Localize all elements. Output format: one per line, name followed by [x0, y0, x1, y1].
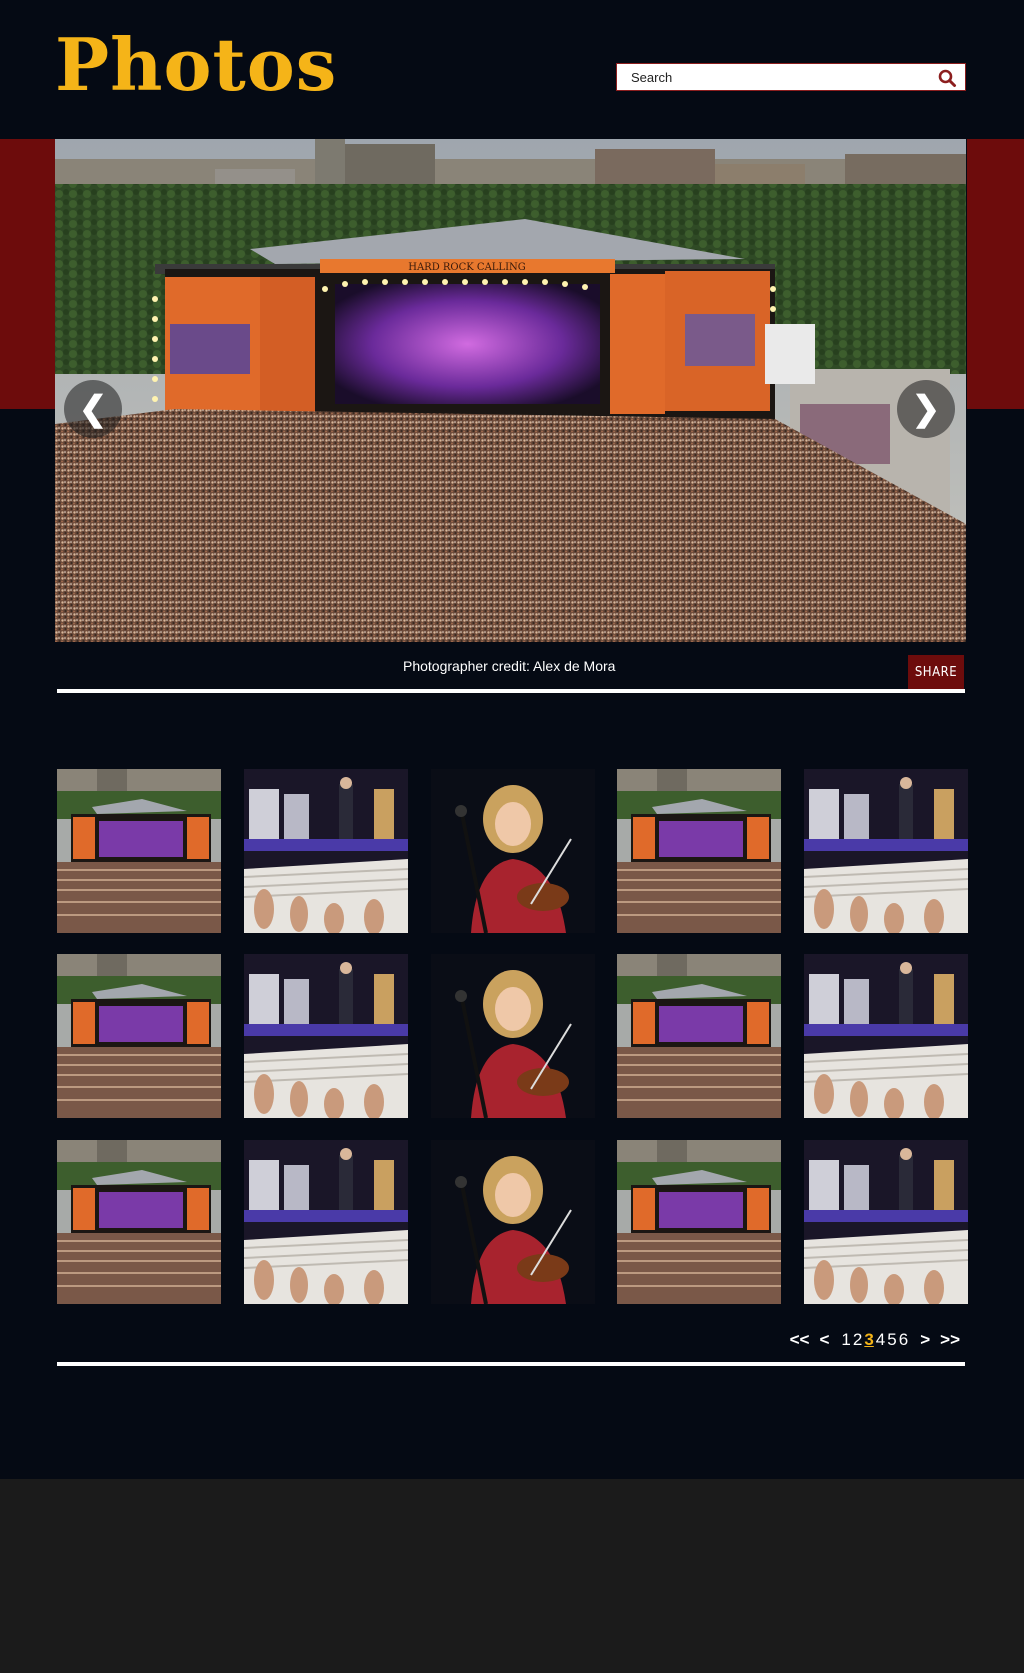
- page-number-link[interactable]: 4: [876, 1330, 885, 1350]
- page: Photos Search HARD ROCK CALLING ❮ ❯ Phot…: [0, 0, 1024, 1479]
- divider: [57, 689, 965, 693]
- share-button[interactable]: SHARE: [908, 655, 964, 689]
- page-number-link[interactable]: 6: [899, 1330, 908, 1350]
- search-box[interactable]: [616, 63, 966, 91]
- photo-thumbnail[interactable]: [57, 954, 221, 1118]
- page-number-link[interactable]: 5: [887, 1330, 896, 1350]
- divider: [57, 1362, 965, 1366]
- photo-thumbnail[interactable]: [244, 1140, 408, 1304]
- photo-thumbnail[interactable]: [617, 769, 781, 933]
- decorative-band-left: [0, 139, 56, 409]
- photographer-credit: Photographer credit: Alex de Mora: [403, 658, 616, 674]
- decorative-band-right: [967, 139, 1024, 409]
- page-numbers: 123456: [840, 1330, 909, 1350]
- photo-thumbnail[interactable]: [57, 769, 221, 933]
- search-input[interactable]: [617, 64, 927, 90]
- next-photo-button[interactable]: ❯: [897, 380, 955, 438]
- search-icon[interactable]: [937, 68, 957, 88]
- photo-thumbnail[interactable]: [431, 954, 595, 1118]
- next-page-link[interactable]: >: [920, 1330, 930, 1350]
- photo-thumbnail[interactable]: [431, 1140, 595, 1304]
- last-page-link[interactable]: >>: [940, 1330, 960, 1350]
- first-page-link[interactable]: <<: [790, 1330, 810, 1350]
- photo-thumbnail[interactable]: [804, 1140, 968, 1304]
- featured-photo: HARD ROCK CALLING: [55, 139, 966, 642]
- photo-thumbnail[interactable]: [57, 1140, 221, 1304]
- photo-thumbnail[interactable]: [804, 954, 968, 1118]
- photo-thumbnail[interactable]: [244, 954, 408, 1118]
- chevron-left-icon: ❮: [78, 390, 108, 428]
- chevron-right-icon: ❯: [911, 390, 941, 428]
- photo-thumbnail[interactable]: [617, 1140, 781, 1304]
- pagination: << < 123456 > >>: [785, 1330, 965, 1350]
- photo-thumbnail[interactable]: [617, 954, 781, 1118]
- photo-thumbnail[interactable]: [431, 769, 595, 933]
- photo-thumbnail[interactable]: [244, 769, 408, 933]
- page-number-link[interactable]: 3: [864, 1330, 873, 1350]
- footer: [0, 1479, 1024, 1673]
- photo-thumbnail[interactable]: [804, 769, 968, 933]
- page-number-link[interactable]: 1: [841, 1330, 850, 1350]
- svg-text:HARD ROCK CALLING: HARD ROCK CALLING: [408, 262, 526, 273]
- page-title: Photos: [55, 22, 338, 107]
- prev-page-link[interactable]: <: [819, 1330, 829, 1350]
- previous-photo-button[interactable]: ❮: [64, 380, 122, 438]
- page-number-link[interactable]: 2: [853, 1330, 862, 1350]
